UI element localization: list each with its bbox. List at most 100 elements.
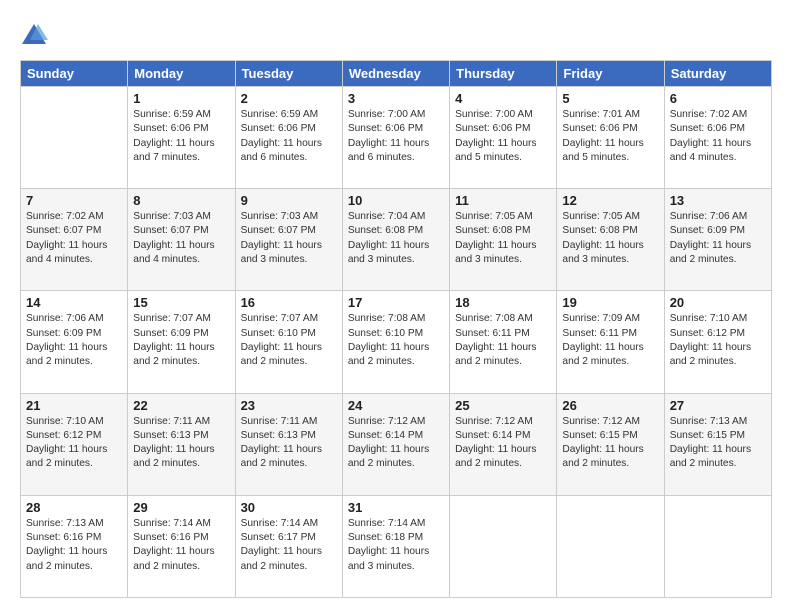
week-row-5: 28Sunrise: 7:13 AM Sunset: 6:16 PM Dayli… xyxy=(21,495,772,597)
day-info: Sunrise: 7:06 AM Sunset: 6:09 PM Dayligh… xyxy=(26,312,122,369)
day-cell: 11Sunrise: 7:05 AM Sunset: 6:08 PM Dayli… xyxy=(450,189,557,291)
day-number: 17 xyxy=(348,295,444,310)
week-row-2: 7Sunrise: 7:02 AM Sunset: 6:07 PM Daylig… xyxy=(21,189,772,291)
day-number: 26 xyxy=(562,398,658,413)
day-cell: 15 Sunrise: 7:07 AM Sunset: 6:09 PM Dayli… xyxy=(128,291,235,393)
day-info: Sunrise: 7:12 AM Sunset: 6:14 PM Dayligh… xyxy=(348,415,444,472)
weekday-header-thursday: Thursday xyxy=(450,61,557,87)
day-number: 27 xyxy=(670,398,766,413)
day-number: 12 xyxy=(562,193,658,208)
day-info: Sunrise: 7:03 AM Sunset: 6:07 PM Dayligh… xyxy=(133,210,229,267)
day-info: Sunrise: 7:11 AM Sunset: 6:13 PM Dayligh… xyxy=(133,415,229,472)
week-row-3: 14 Sunrise: 7:06 AM Sunset: 6:09 PM Dayli… xyxy=(21,291,772,393)
day-number: 2 xyxy=(241,91,337,106)
day-number: 7 xyxy=(26,193,122,208)
day-info: Sunrise: 7:01 AM Sunset: 6:06 PM Dayligh… xyxy=(562,108,658,165)
day-cell: 6 Sunrise: 7:02 AM Sunset: 6:06 PM Daylig… xyxy=(664,87,771,189)
day-number: 16 xyxy=(241,295,337,310)
weekday-header-wednesday: Wednesday xyxy=(342,61,449,87)
day-number: 14 xyxy=(26,295,122,310)
day-number: 28 xyxy=(26,500,122,515)
day-cell xyxy=(664,495,771,597)
day-cell: 27 Sunrise: 7:13 AM Sunset: 6:15 PM Dayli… xyxy=(664,393,771,495)
day-number: 4 xyxy=(455,91,551,106)
day-cell: 3 Sunrise: 7:00 AM Sunset: 6:06 PM Daylig… xyxy=(342,87,449,189)
day-cell: 16Sunrise: 7:07 AM Sunset: 6:10 PM Dayli… xyxy=(235,291,342,393)
day-cell: 23 Sunrise: 7:11 AM Sunset: 6:13 PM Dayli… xyxy=(235,393,342,495)
day-cell xyxy=(450,495,557,597)
weekday-header-sunday: Sunday xyxy=(21,61,128,87)
header xyxy=(20,18,772,50)
day-cell: 20 Sunrise: 7:10 AM Sunset: 6:12 PM Dayli… xyxy=(664,291,771,393)
day-number: 6 xyxy=(670,91,766,106)
day-number: 15 xyxy=(133,295,229,310)
day-info: Sunrise: 6:59 AM Sunset: 6:06 PM Dayligh… xyxy=(133,108,229,165)
day-cell: 2 Sunrise: 6:59 AM Sunset: 6:06 PM Daylig… xyxy=(235,87,342,189)
day-cell: 10 Sunrise: 7:04 AM Sunset: 6:08 PM Dayli… xyxy=(342,189,449,291)
weekday-header-tuesday: Tuesday xyxy=(235,61,342,87)
weekday-header-row: SundayMondayTuesdayWednesdayThursdayFrid… xyxy=(21,61,772,87)
day-info: Sunrise: 7:00 AM Sunset: 6:06 PM Dayligh… xyxy=(455,108,551,165)
day-info: Sunrise: 7:07 AM Sunset: 6:09 PM Dayligh… xyxy=(133,312,229,369)
logo xyxy=(20,22,50,50)
day-cell: 7Sunrise: 7:02 AM Sunset: 6:07 PM Daylig… xyxy=(21,189,128,291)
day-number: 31 xyxy=(348,500,444,515)
day-info: Sunrise: 7:11 AM Sunset: 6:13 PM Dayligh… xyxy=(241,415,337,472)
day-cell: 5 Sunrise: 7:01 AM Sunset: 6:06 PM Daylig… xyxy=(557,87,664,189)
day-number: 3 xyxy=(348,91,444,106)
day-number: 25 xyxy=(455,398,551,413)
day-info: Sunrise: 7:14 AM Sunset: 6:17 PM Dayligh… xyxy=(241,517,337,574)
day-cell xyxy=(21,87,128,189)
day-info: Sunrise: 7:04 AM Sunset: 6:08 PM Dayligh… xyxy=(348,210,444,267)
day-number: 20 xyxy=(670,295,766,310)
day-cell: 18 Sunrise: 7:08 AM Sunset: 6:11 PM Dayli… xyxy=(450,291,557,393)
day-info: Sunrise: 7:10 AM Sunset: 6:12 PM Dayligh… xyxy=(26,415,122,472)
day-cell: 4 Sunrise: 7:00 AM Sunset: 6:06 PM Daylig… xyxy=(450,87,557,189)
day-cell: 25 Sunrise: 7:12 AM Sunset: 6:14 PM Dayli… xyxy=(450,393,557,495)
day-cell: 26 Sunrise: 7:12 AM Sunset: 6:15 PM Dayli… xyxy=(557,393,664,495)
day-info: Sunrise: 7:08 AM Sunset: 6:11 PM Dayligh… xyxy=(455,312,551,369)
day-info: Sunrise: 7:12 AM Sunset: 6:15 PM Dayligh… xyxy=(562,415,658,472)
day-number: 1 xyxy=(133,91,229,106)
day-cell: 1 Sunrise: 6:59 AM Sunset: 6:06 PM Daylig… xyxy=(128,87,235,189)
day-cell xyxy=(557,495,664,597)
day-cell: 13 Sunrise: 7:06 AM Sunset: 6:09 PM Dayli… xyxy=(664,189,771,291)
day-number: 5 xyxy=(562,91,658,106)
logo-icon xyxy=(20,22,48,50)
day-number: 19 xyxy=(562,295,658,310)
day-cell: 17Sunrise: 7:08 AM Sunset: 6:10 PM Dayli… xyxy=(342,291,449,393)
day-info: Sunrise: 7:10 AM Sunset: 6:12 PM Dayligh… xyxy=(670,312,766,369)
day-info: Sunrise: 7:13 AM Sunset: 6:15 PM Dayligh… xyxy=(670,415,766,472)
day-number: 18 xyxy=(455,295,551,310)
day-number: 22 xyxy=(133,398,229,413)
day-number: 13 xyxy=(670,193,766,208)
day-cell: 12 Sunrise: 7:05 AM Sunset: 6:08 PM Dayli… xyxy=(557,189,664,291)
day-number: 9 xyxy=(241,193,337,208)
day-info: Sunrise: 7:14 AM Sunset: 6:18 PM Dayligh… xyxy=(348,517,444,574)
weekday-header-friday: Friday xyxy=(557,61,664,87)
day-info: Sunrise: 7:00 AM Sunset: 6:06 PM Dayligh… xyxy=(348,108,444,165)
day-info: Sunrise: 7:12 AM Sunset: 6:14 PM Dayligh… xyxy=(455,415,551,472)
day-info: Sunrise: 6:59 AM Sunset: 6:06 PM Dayligh… xyxy=(241,108,337,165)
day-number: 8 xyxy=(133,193,229,208)
day-cell: 24 Sunrise: 7:12 AM Sunset: 6:14 PM Dayli… xyxy=(342,393,449,495)
weekday-header-monday: Monday xyxy=(128,61,235,87)
day-number: 30 xyxy=(241,500,337,515)
day-cell: 19 Sunrise: 7:09 AM Sunset: 6:11 PM Dayli… xyxy=(557,291,664,393)
day-number: 24 xyxy=(348,398,444,413)
day-info: Sunrise: 7:05 AM Sunset: 6:08 PM Dayligh… xyxy=(455,210,551,267)
weekday-header-saturday: Saturday xyxy=(664,61,771,87)
day-number: 23 xyxy=(241,398,337,413)
day-info: Sunrise: 7:05 AM Sunset: 6:08 PM Dayligh… xyxy=(562,210,658,267)
day-cell: 29Sunrise: 7:14 AM Sunset: 6:16 PM Dayli… xyxy=(128,495,235,597)
day-cell: 8 Sunrise: 7:03 AM Sunset: 6:07 PM Daylig… xyxy=(128,189,235,291)
day-cell: 31 Sunrise: 7:14 AM Sunset: 6:18 PM Dayli… xyxy=(342,495,449,597)
day-info: Sunrise: 7:02 AM Sunset: 6:06 PM Dayligh… xyxy=(670,108,766,165)
week-row-4: 21 Sunrise: 7:10 AM Sunset: 6:12 PM Dayli… xyxy=(21,393,772,495)
day-cell: 30 Sunrise: 7:14 AM Sunset: 6:17 PM Dayli… xyxy=(235,495,342,597)
day-info: Sunrise: 7:06 AM Sunset: 6:09 PM Dayligh… xyxy=(670,210,766,267)
day-info: Sunrise: 7:09 AM Sunset: 6:11 PM Dayligh… xyxy=(562,312,658,369)
day-number: 10 xyxy=(348,193,444,208)
day-number: 21 xyxy=(26,398,122,413)
day-cell: 22 Sunrise: 7:11 AM Sunset: 6:13 PM Dayli… xyxy=(128,393,235,495)
